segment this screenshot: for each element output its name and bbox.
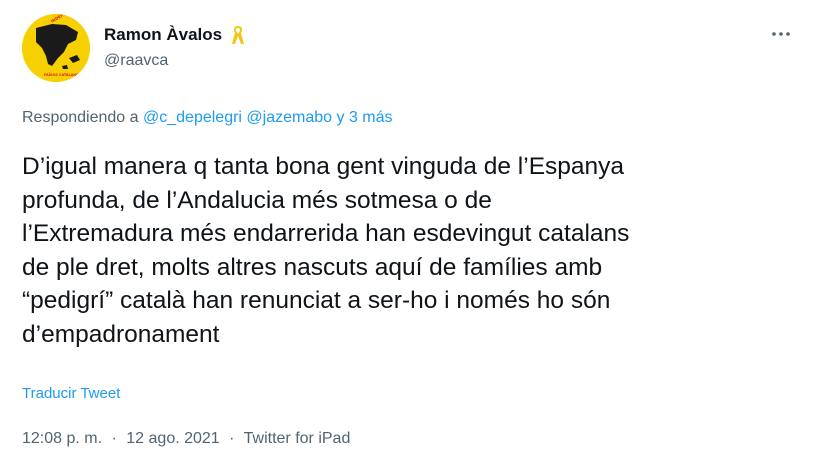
tweet-text-line: l’Extremadura més endarrerida han esdevi…: [22, 220, 630, 247]
tweet-text-line: profunda, de l’Andalucia més sotmesa o d…: [22, 186, 492, 214]
avatar[interactable]: INDEPENDENCIA PAÏSOS CATALANS: [22, 14, 90, 82]
mention-link[interactable]: @c_depelegri: [143, 109, 242, 126]
mention-link[interactable]: @jazemabo: [246, 109, 332, 126]
more-options-button[interactable]: [766, 22, 796, 46]
separator: ·: [111, 430, 117, 447]
tweet-text: D’igual manera q tanta bona gent vinguda…: [22, 150, 802, 351]
tweet-date[interactable]: 12 ago. 2021: [126, 430, 219, 447]
tweet-text-line: d’empadronament: [22, 320, 220, 348]
tweet-source[interactable]: Twitter for iPad: [244, 430, 351, 447]
yellow-ribbon-icon: [230, 24, 246, 46]
tweet-text-line: D’igual manera q tanta bona gent vinguda…: [22, 153, 625, 180]
tweet-text-line: “pedigrí” català han renunciat a ser-ho …: [22, 287, 611, 314]
more-mentions-link[interactable]: y 3 más: [337, 109, 393, 126]
author-handle[interactable]: @raavca: [104, 52, 168, 70]
tweet-text-line: de ple dret, molts altres nascuts aquí d…: [22, 253, 603, 281]
catalan-countries-map-logo: INDEPENDENCIA PAÏSOS CATALANS: [22, 14, 90, 82]
tweet: INDEPENDENCIA PAÏSOS CATALANS Ramon Àval…: [0, 0, 816, 472]
tweet-metadata: 12:08 p. m. · 12 ago. 2021 · Twitter for…: [22, 430, 350, 448]
avatar-text-bottom: PAÏSOS CATALANS: [44, 72, 79, 77]
display-name[interactable]: Ramon Àvalos: [104, 25, 222, 45]
author-name-row: Ramon Àvalos: [104, 22, 246, 48]
translate-tweet-link[interactable]: Traducir Tweet: [22, 385, 120, 402]
more-dots-icon: [772, 32, 790, 36]
tweet-time[interactable]: 12:08 p. m.: [22, 430, 102, 447]
reply-prefix: Respondiendo a: [22, 109, 139, 126]
separator: ·: [229, 430, 235, 447]
reply-context: Respondiendo a @c_depelegri @jazemabo y …: [22, 109, 393, 127]
